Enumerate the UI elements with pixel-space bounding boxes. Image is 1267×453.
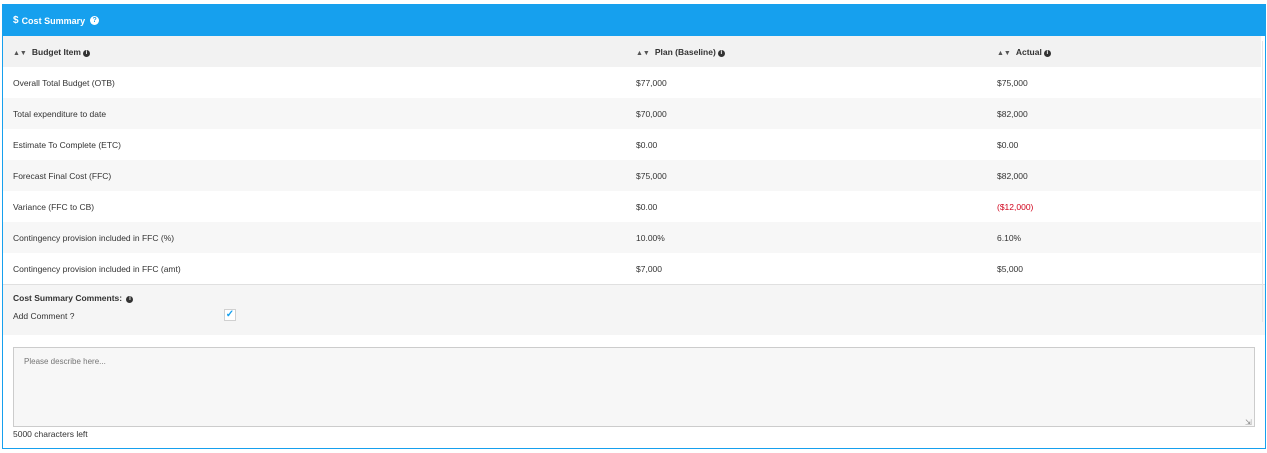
actual-cell: 6.10% (997, 232, 1022, 243)
actual-cell: $5,000 (997, 263, 1023, 274)
comment-textarea[interactable] (13, 347, 1255, 427)
budget-item-cell: Contingency provision included in FFC (a… (13, 263, 181, 274)
actual-cell: $82,000 (997, 108, 1028, 119)
budget-item-cell: Forecast Final Cost (FFC) (13, 170, 112, 181)
table-row: Total expenditure to date $70,000 $82,00… (3, 98, 1261, 129)
table-row: Estimate To Complete (ETC) $0.00 $0.00 (3, 129, 1261, 160)
info-icon[interactable]: i (717, 49, 725, 57)
checkmark-icon: ✓ (225, 309, 235, 320)
sort-icon[interactable]: ▲▼ (636, 50, 650, 57)
table-header-row: ▲▼ Budget Item i ▲▼ Plan (Baseline) i ▲▼ Actu… (3, 36, 1261, 67)
plan-cell: 10.00% (636, 232, 665, 243)
column-header-budget-item[interactable]: ▲▼ Budget Item i (3, 47, 626, 57)
comments-title-label: Cost Summary Comments: (13, 293, 123, 303)
budget-item-cell: Overall Total Budget (OTB) (13, 77, 115, 88)
plan-cell: $75,000 (636, 170, 667, 181)
dollar-icon: $ (13, 15, 19, 26)
budget-item-cell: Contingency provision included in FFC (%… (13, 232, 175, 243)
plan-cell: $0.00 (636, 201, 658, 212)
actual-cell: $75,000 (997, 77, 1028, 88)
table-row: Contingency provision included in FFC (a… (3, 253, 1261, 284)
info-icon[interactable]: i (1043, 49, 1051, 57)
scrollbar-track[interactable] (1262, 41, 1263, 322)
table-row: Variance (FFC to CB) $0.00 ($12,000) (3, 191, 1261, 222)
characters-left-counter: 5000 characters left (13, 429, 88, 439)
help-icon[interactable]: ? (90, 16, 100, 25)
resize-grip-icon[interactable]: ⇲ (1245, 419, 1252, 427)
table-row: Overall Total Budget (OTB) $77,000 $75,0… (3, 67, 1261, 98)
panel-title: Cost Summary (21, 15, 86, 26)
plan-cell: $77,000 (636, 77, 667, 88)
cost-summary-panel: $ Cost Summary ? ▲▼ Budget Item i ▲▼ Plan (… (2, 4, 1266, 449)
budget-item-cell: Variance (FFC to CB) (13, 201, 95, 212)
plan-cell: $0.00 (636, 139, 658, 150)
table-row: Forecast Final Cost (FFC) $75,000 $82,00… (3, 160, 1261, 191)
budget-item-cell: Estimate To Complete (ETC) (13, 139, 122, 150)
cost-table: ▲▼ Budget Item i ▲▼ Plan (Baseline) i ▲▼ Actu… (3, 36, 1261, 284)
column-header-plan[interactable]: ▲▼ Plan (Baseline) i (626, 47, 987, 57)
actual-cell: $82,000 (997, 170, 1028, 181)
budget-item-cell: Total expenditure to date (13, 108, 107, 119)
info-icon[interactable]: i (82, 49, 90, 57)
actual-cell: $0.00 (997, 139, 1019, 150)
sort-icon[interactable]: ▲▼ (997, 50, 1011, 57)
sort-icon[interactable]: ▲▼ (13, 50, 27, 57)
plan-cell: $70,000 (636, 108, 667, 119)
plan-cell: $7,000 (636, 263, 662, 274)
comments-section: Cost Summary Comments: i Add Comment ? ✓ (3, 284, 1265, 335)
column-header-label: Plan (Baseline) (654, 46, 716, 57)
add-comment-checkbox[interactable]: ✓ (224, 309, 236, 321)
actual-cell-negative: ($12,000) (997, 201, 1034, 212)
column-header-actual[interactable]: ▲▼ Actual i (987, 47, 1261, 57)
panel-header: $ Cost Summary ? (3, 5, 1265, 36)
add-comment-label: Add Comment ? (13, 311, 75, 321)
table-row: Contingency provision included in FFC (%… (3, 222, 1261, 253)
info-icon[interactable]: i (126, 296, 134, 303)
comments-title: Cost Summary Comments: i (13, 293, 134, 303)
column-header-label: Actual (1015, 46, 1042, 57)
column-header-label: Budget Item (31, 46, 81, 57)
